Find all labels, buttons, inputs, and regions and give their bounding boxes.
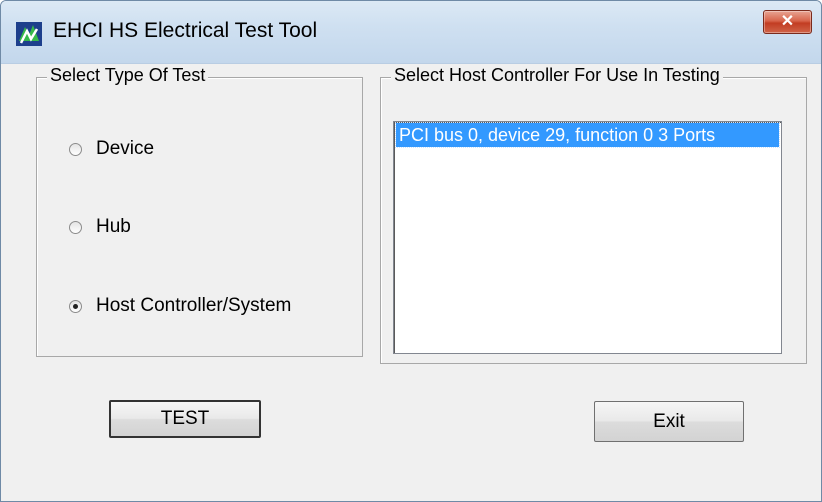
radio-button-icon[interactable] — [69, 220, 82, 234]
window-title: EHCI HS Electrical Test Tool — [53, 19, 318, 42]
exit-button[interactable]: Exit — [594, 401, 744, 442]
list-item[interactable]: PCI bus 0, device 29, function 0 3 Ports — [395, 122, 780, 148]
title-bar[interactable]: EHCI HS Electrical Test Tool ✕ — [1, 1, 821, 64]
radio-hub-label: Hub — [96, 216, 131, 237]
test-button[interactable]: TEST — [109, 400, 261, 438]
close-icon: ✕ — [780, 13, 795, 30]
close-button[interactable]: ✕ — [763, 10, 812, 34]
radio-device-label: Device — [96, 138, 155, 159]
host-controller-legend: Select Host Controller For Use In Testin… — [391, 65, 723, 86]
radio-hub[interactable]: Hub — [69, 216, 131, 238]
dialog-window: EHCI HS Electrical Test Tool ✕ Select Ty… — [0, 0, 822, 502]
radio-button-checked-icon[interactable] — [69, 299, 82, 313]
test-type-group: Select Type Of Test Device Hub Host Cont… — [36, 65, 363, 357]
radio-device[interactable]: Device — [69, 138, 154, 160]
radio-host-controller[interactable]: Host Controller/System — [69, 295, 291, 317]
host-controller-listbox[interactable]: PCI bus 0, device 29, function 0 3 Ports — [393, 121, 782, 354]
radio-host-controller-label: Host Controller/System — [96, 295, 292, 316]
radio-button-icon[interactable] — [69, 142, 82, 156]
client-area: Select Type Of Test Device Hub Host Cont… — [2, 64, 820, 498]
usb-tool-icon — [16, 22, 42, 46]
host-controller-group: Select Host Controller For Use In Testin… — [380, 65, 807, 364]
test-type-legend: Select Type Of Test — [47, 65, 209, 86]
